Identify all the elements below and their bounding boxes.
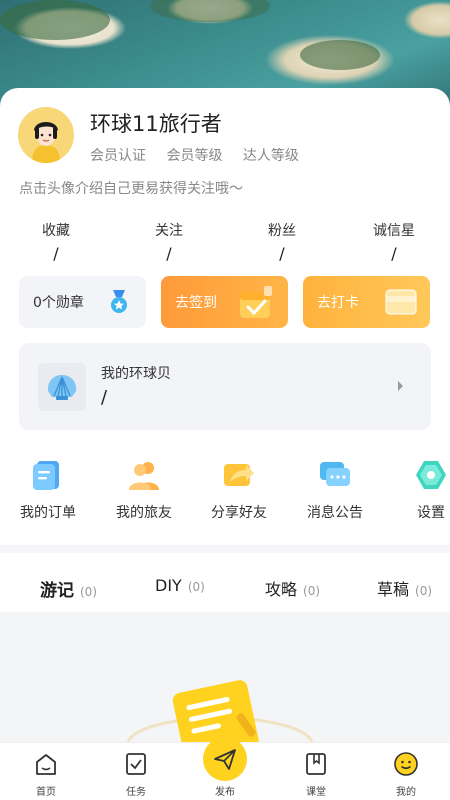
stats-row: 收藏 / 关注 / 粉丝 / 诚信星 /: [0, 220, 450, 270]
tab-travelogue[interactable]: 游记 (0): [33, 576, 97, 607]
nav-home[interactable]: 首页: [16, 751, 76, 798]
tag-member-level[interactable]: 会员等级: [166, 148, 222, 164]
content-tabs: 游记 (0) DIY (0) 攻略 (0) 草稿 (0): [0, 570, 450, 610]
order-icon: [31, 458, 65, 492]
stat-credit-stars[interactable]: 诚信星 /: [354, 220, 434, 263]
tab-drafts[interactable]: 草稿 (0): [377, 576, 432, 600]
nav-classroom[interactable]: 课堂: [286, 751, 346, 798]
stat-label: 收藏: [42, 223, 70, 239]
shell-icon-box: [38, 363, 86, 411]
tab-count: (0): [415, 584, 433, 598]
quick-link-messages[interactable]: 消息公告: [290, 458, 380, 522]
empty-state-illustration: [126, 680, 314, 742]
stat-value: /: [53, 244, 59, 263]
signin-button[interactable]: 去签到: [161, 276, 288, 328]
share-icon: [222, 458, 256, 492]
quick-link-friends[interactable]: 我的旅友: [99, 458, 189, 522]
medal-button[interactable]: 0个勋章: [19, 276, 146, 328]
punch-label: 去打卡: [317, 295, 359, 311]
tab-diy[interactable]: DIY (0): [155, 576, 205, 595]
nav-label: 任务: [126, 787, 146, 798]
tab-count: (0): [80, 585, 97, 599]
nav-tasks[interactable]: 任务: [106, 751, 166, 798]
quick-link-share[interactable]: 分享好友: [194, 458, 284, 522]
nav-publish-label[interactable]: 发布: [195, 757, 255, 798]
task-icon: [123, 751, 149, 777]
tab-label: DIY: [155, 576, 182, 595]
tab-guide[interactable]: 攻略 (0): [265, 576, 320, 600]
punch-card-button[interactable]: 去打卡: [303, 276, 430, 328]
quick-link-orders[interactable]: 我的订单: [3, 458, 93, 522]
quick-link-label: 消息公告: [307, 505, 363, 521]
user-tags: 会员认证 会员等级 达人等级: [90, 145, 315, 165]
quick-link-label: 分享好友: [211, 505, 267, 521]
tab-count: (0): [187, 580, 205, 594]
card-icon: [384, 286, 418, 318]
shell-balance-card[interactable]: 我的环球贝 /: [19, 343, 431, 430]
settings-icon: [414, 458, 448, 492]
nav-label: 首页: [36, 787, 56, 798]
shell-title: 我的环球贝: [101, 366, 171, 382]
medal-label: 0个勋章: [33, 295, 84, 311]
user-name: 环球11旅行者: [90, 112, 222, 136]
stat-favorites[interactable]: 收藏 /: [16, 220, 96, 263]
bio-hint[interactable]: 点击头像介绍自己更易获得关注哦～: [19, 178, 243, 198]
stat-value: /: [391, 244, 397, 263]
message-icon: [318, 458, 352, 492]
quick-link-label: 设置: [417, 505, 445, 521]
stat-value: /: [166, 244, 172, 263]
friends-icon: [127, 458, 161, 492]
stat-label: 诚信星: [373, 223, 415, 239]
nav-mine[interactable]: 我的: [376, 751, 436, 798]
shell-icon: [47, 375, 77, 400]
quick-link-label: 我的订单: [20, 505, 76, 521]
stat-label: 关注: [155, 223, 183, 239]
stat-fans[interactable]: 粉丝 /: [242, 220, 322, 263]
section-divider: [0, 545, 450, 553]
stat-following[interactable]: 关注 /: [129, 220, 209, 263]
stat-value: /: [279, 244, 285, 263]
tab-label: 攻略: [265, 580, 298, 599]
smile-icon: [393, 751, 419, 777]
tag-expert-level[interactable]: 达人等级: [243, 148, 299, 164]
nav-label: 发布: [215, 787, 235, 798]
home-icon: [33, 751, 59, 777]
book-icon: [303, 751, 329, 777]
nav-label: 我的: [396, 787, 416, 798]
quick-link-label: 我的旅友: [116, 505, 172, 521]
signin-label: 去签到: [175, 295, 217, 311]
tab-count: (0): [303, 584, 321, 598]
checkin-calendar-icon: [238, 286, 274, 320]
medal-icon: [108, 290, 130, 314]
stat-label: 粉丝: [268, 223, 296, 239]
nav-label: 课堂: [306, 787, 326, 798]
tab-label: 游记: [40, 581, 74, 601]
chevron-right-icon: [398, 381, 403, 391]
bottom-navigation: 首页 任务 发布 课堂 我的: [0, 737, 450, 800]
tab-label: 草稿: [377, 580, 410, 599]
avatar[interactable]: [18, 107, 74, 163]
quick-link-settings[interactable]: 设置: [386, 458, 450, 522]
empty-content-area: [0, 612, 450, 742]
shell-value: /: [101, 387, 108, 408]
tag-member-verify[interactable]: 会员认证: [90, 148, 146, 164]
